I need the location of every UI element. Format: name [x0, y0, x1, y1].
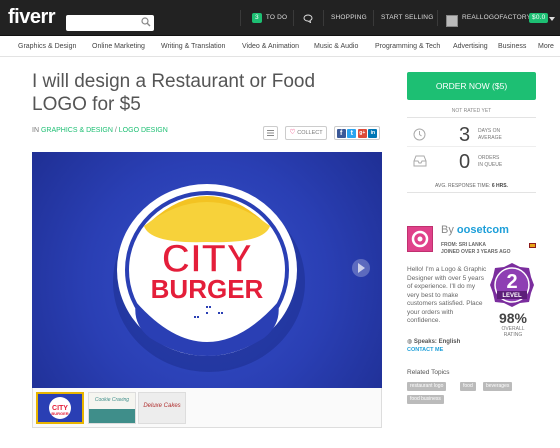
thumbnail-1[interactable]: CITY BURGER: [36, 392, 84, 424]
chat-bubble-icon[interactable]: [303, 14, 313, 23]
gig-title: I will design a Restaurant or Food LOGO …: [32, 71, 316, 115]
contact-me-link[interactable]: CONTACT ME: [407, 347, 443, 353]
order-now-button[interactable]: ORDER NOW ($5): [407, 72, 536, 100]
twitter-icon[interactable]: t: [347, 128, 357, 138]
days-label-2: AVERAGE: [478, 135, 502, 141]
gig-image-gallery[interactable]: CITY BURGER: [32, 152, 382, 388]
todo-count-badge: 3: [252, 13, 262, 23]
svg-text:BURGER: BURGER: [51, 411, 68, 416]
seller-byline: By oosetcom: [441, 224, 509, 236]
breadcrumb-subcategory-link[interactable]: LOGO DESIGN: [119, 127, 168, 134]
breadcrumb-prefix: IN: [32, 127, 39, 134]
divider: [293, 10, 294, 26]
google-plus-icon[interactable]: g+: [357, 128, 367, 138]
thumbnail-2-text: Cookie Craving: [94, 397, 130, 403]
queue-stat: 0 ORDERS IN QUEUE: [407, 146, 536, 176]
todo-link[interactable]: 3 TO DO: [252, 0, 287, 36]
seller-logo-icon: [411, 230, 429, 248]
balance-badge-wrap[interactable]: $0.0: [529, 0, 549, 36]
flag-icon: [529, 243, 536, 248]
divider: [437, 10, 438, 26]
category-writing-translation[interactable]: Writing & Translation: [161, 37, 225, 57]
tag-food[interactable]: food: [460, 382, 476, 391]
divider: [373, 10, 374, 26]
category-business[interactable]: Business: [498, 37, 526, 57]
orders-value: 0: [459, 151, 471, 173]
level-badge: 2 LEVEL: [490, 263, 534, 307]
seller-avatar[interactable]: [407, 226, 433, 252]
stats-box: 3 DAYS ON AVERAGE 0 ORDERS IN QUEUE: [407, 117, 536, 193]
category-graphics-design[interactable]: Graphics & Design: [18, 37, 76, 57]
username-link[interactable]: REALLOGOFACTORY: [462, 0, 531, 36]
balance-badge: $0.0: [529, 13, 549, 23]
share-buttons: f t g+ in: [334, 126, 380, 140]
top-navbar: fiverr 3 TO DO SHOPPING START SELLING REA…: [0, 0, 560, 36]
breadcrumb-separator: /: [114, 127, 117, 134]
facebook-icon[interactable]: f: [336, 128, 346, 138]
category-video-animation[interactable]: Video & Animation: [242, 37, 299, 57]
speaks-text: Speaks: English: [413, 339, 461, 345]
seller-name-link[interactable]: oosetcom: [457, 224, 509, 236]
by-label: By: [441, 224, 454, 236]
search-icon[interactable]: [141, 17, 151, 27]
heart-icon: ♡: [289, 129, 296, 136]
thumbnail-3[interactable]: Deluxe Cakes: [138, 392, 186, 424]
response-value: 6 HRS.: [491, 183, 508, 189]
thumbnail-2[interactable]: Cookie Craving: [88, 392, 136, 424]
divider: [240, 10, 241, 26]
category-bar: Graphics & Design Online Marketing Writi…: [0, 37, 560, 57]
search-input[interactable]: [66, 15, 154, 31]
breadcrumb-category-link[interactable]: GRAPHICS & DESIGN: [41, 127, 113, 134]
category-online-marketing[interactable]: Online Marketing: [92, 37, 145, 57]
orders-label-2: IN QUEUE: [478, 162, 503, 168]
tag-beverages[interactable]: beverages: [483, 382, 513, 391]
languages: ◍ Speaks: English: [407, 338, 460, 345]
list-icon: [267, 130, 274, 136]
divider: [323, 10, 324, 26]
seller-bio: Hello! I'm a Logo & Graphic Designer wit…: [407, 266, 487, 324]
inbox-icon: [413, 155, 427, 167]
collect-label: COLLECT: [297, 130, 323, 136]
fiverr-logo[interactable]: fiverr: [8, 6, 56, 29]
level-number: 2: [506, 271, 517, 293]
user-avatar[interactable]: [446, 15, 458, 27]
thumbnail-strip: CITY BURGER Cookie Craving Deluxe Cakes: [32, 388, 382, 428]
logo-word-burger: BURGER: [151, 274, 264, 304]
category-more[interactable]: More: [538, 37, 554, 57]
todo-label: TO DO: [265, 14, 288, 21]
start-selling-link[interactable]: START SELLING: [381, 0, 433, 36]
category-music-audio[interactable]: Music & Audio: [314, 37, 358, 57]
response-time: AVG. RESPONSE TIME: 6 HRS.: [407, 183, 536, 189]
orders-label-1: ORDERS: [478, 155, 500, 161]
level-label: LEVEL: [502, 293, 522, 299]
city-burger-logo-image: CITY BURGER: [113, 184, 370, 372]
overall-rating-label: OVERALL RATING: [501, 326, 525, 338]
shopping-link[interactable]: SHOPPING: [331, 0, 367, 36]
thumbnail-3-text: Deluxe Cakes: [143, 403, 181, 409]
related-topics-title: Related Topics: [407, 369, 450, 376]
globe-icon: ◍: [407, 339, 413, 345]
clock-icon: [413, 128, 426, 141]
seller-from: FROM: SRI LANKA JOINED OVER 3 YEARS AGO: [441, 242, 511, 255]
response-label: AVG. RESPONSE TIME:: [435, 183, 491, 189]
tag-food-business[interactable]: food business: [407, 395, 444, 404]
thumbnail-city-burger-image: CITYBURGER: [49, 397, 71, 419]
days-label-1: DAYS ON: [478, 128, 501, 134]
linkedin-icon[interactable]: in: [368, 128, 378, 138]
list-button[interactable]: [263, 126, 278, 140]
rating-percentage: 98%: [498, 310, 528, 326]
category-programming-tech[interactable]: Programming & Tech: [375, 37, 440, 57]
tag-restaurant-logo[interactable]: restaurant logo: [407, 382, 447, 391]
collect-button[interactable]: ♡ COLLECT: [285, 126, 327, 140]
breadcrumb: IN GRAPHICS & DESIGN / LOGO DESIGN: [32, 127, 168, 134]
category-advertising[interactable]: Advertising: [453, 37, 488, 57]
chevron-down-icon[interactable]: [549, 17, 555, 21]
rating-status: NOT RATED YET: [451, 108, 492, 114]
